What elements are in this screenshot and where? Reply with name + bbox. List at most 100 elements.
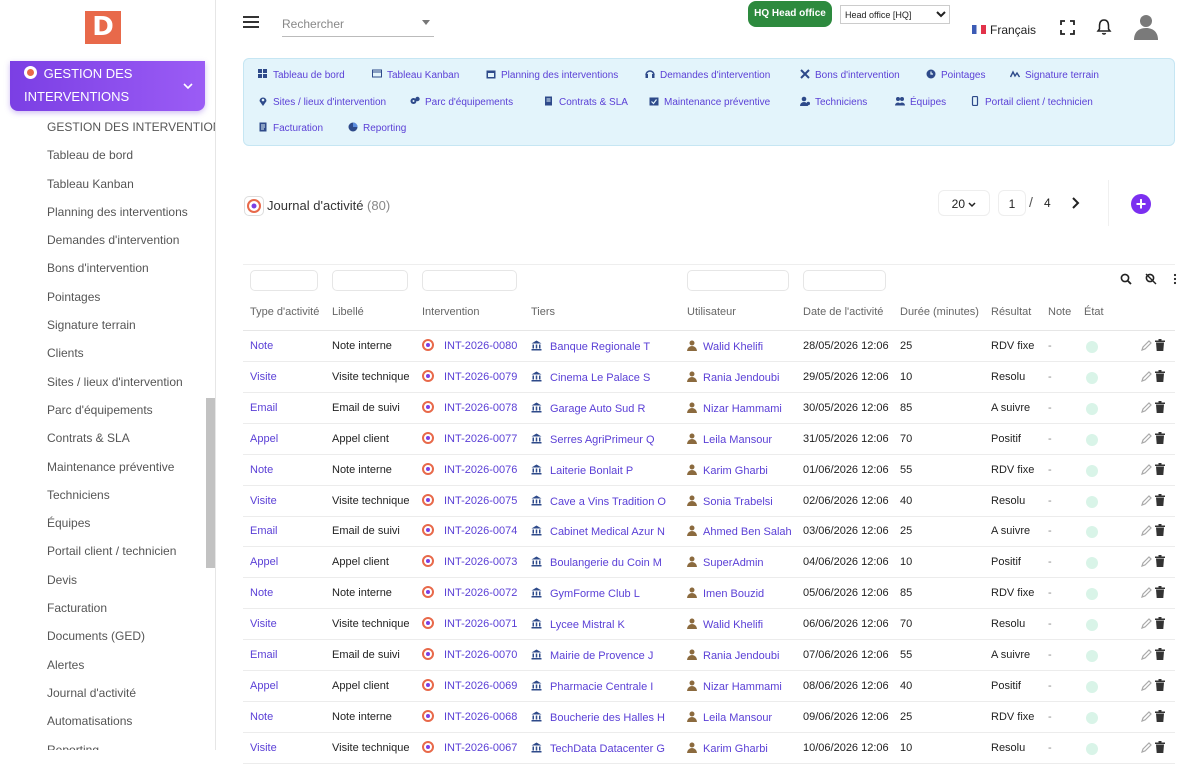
user-link[interactable]: Rania Jendoubi: [687, 649, 779, 662]
nav-link[interactable]: Demandes d'intervention: [645, 69, 770, 81]
tiers-name[interactable]: Boulangerie du Coin M: [550, 557, 662, 569]
nav-link[interactable]: Maintenance préventive: [649, 96, 770, 108]
user-name[interactable]: Walid Khelifi: [703, 619, 763, 631]
table-row[interactable]: Appel Appel client INT-2026-0069 Pharmacie …: [243, 671, 1175, 702]
user-name[interactable]: Leila Mansour: [703, 434, 772, 446]
nav-link[interactable]: Techniciens: [800, 96, 867, 108]
tiers-name[interactable]: Cabinet Medical Azur N: [550, 526, 665, 538]
edit-icon[interactable]: [1141, 618, 1152, 630]
sidebar-item[interactable]: Sites / lieux d'intervention: [47, 368, 212, 396]
activity-type[interactable]: Note: [250, 587, 273, 599]
edit-icon[interactable]: [1141, 494, 1152, 506]
table-row[interactable]: Email Email de suivi INT-2026-0078 Garage A…: [243, 393, 1175, 424]
user-link[interactable]: Karim Gharbi: [687, 742, 768, 755]
delete-icon[interactable]: [1155, 648, 1165, 660]
nav-link[interactable]: Facturation: [258, 122, 323, 134]
table-row[interactable]: Email Email de suivi INT-2026-0070 Mairie d…: [243, 640, 1175, 671]
sidebar-item[interactable]: Demandes d'intervention: [47, 226, 212, 254]
language-selector[interactable]: Français: [972, 23, 1036, 37]
table-row[interactable]: Email Email de suivi INT-2026-0074 Cabinet …: [243, 516, 1175, 548]
nav-link[interactable]: Bons d'intervention: [800, 69, 900, 81]
intervention-ref[interactable]: INT-2026-0073: [444, 556, 517, 568]
page-size-select[interactable]: 20: [938, 190, 990, 216]
filter-date-input[interactable]: [803, 270, 886, 291]
sidebar-item[interactable]: Maintenance préventive: [47, 453, 212, 481]
delete-icon[interactable]: [1155, 524, 1165, 537]
tiers-name[interactable]: Banque Regionale T: [550, 341, 650, 353]
table-row[interactable]: Appel Appel client INT-2026-0073 Boulangeri…: [243, 547, 1175, 579]
table-row[interactable]: Note Note interne INT-2026-0072 GymForme Cl…: [243, 578, 1175, 610]
activity-type[interactable]: Visite: [250, 495, 277, 507]
delete-icon[interactable]: [1155, 339, 1165, 351]
activity-type[interactable]: Appel: [250, 680, 278, 692]
activity-type[interactable]: Email: [250, 525, 278, 537]
sidebar-item[interactable]: Journal d'activité: [47, 679, 212, 707]
delete-icon[interactable]: [1155, 586, 1165, 599]
sidebar-item[interactable]: Automatisations: [47, 707, 212, 735]
intervention-ref[interactable]: INT-2026-0074: [444, 525, 517, 537]
intervention-link[interactable]: INT-2026-0077: [422, 431, 517, 445]
fullscreen-icon[interactable]: [1060, 20, 1075, 35]
user-name[interactable]: Sonia Trabelsi: [703, 496, 773, 508]
sidebar-item[interactable]: Bons d'intervention: [47, 254, 212, 282]
intervention-link[interactable]: INT-2026-0075: [422, 493, 517, 507]
search-box[interactable]: [282, 13, 434, 37]
column-header[interactable]: Tiers: [531, 306, 555, 318]
search-icon[interactable]: [1120, 273, 1132, 285]
intervention-ref[interactable]: INT-2026-0078: [444, 402, 517, 414]
intervention-link[interactable]: INT-2026-0068: [422, 709, 517, 723]
edit-icon[interactable]: [1141, 680, 1152, 691]
activity-type[interactable]: Visite: [250, 371, 277, 383]
sidebar-scrollbar[interactable]: [206, 398, 215, 568]
tiers-link[interactable]: Mairie de Provence J: [531, 649, 653, 662]
sidebar-item[interactable]: Planning des interventions: [47, 198, 212, 226]
sidebar-item[interactable]: Clients: [47, 339, 212, 367]
user-link[interactable]: SuperAdmin: [687, 556, 764, 569]
tiers-name[interactable]: Lycee Mistral K: [550, 619, 625, 631]
nav-link[interactable]: Reporting: [348, 122, 406, 134]
sidebar-item[interactable]: Reporting: [47, 736, 212, 750]
sidebar-section-header[interactable]: GESTION DES INTERVENTIONS: [10, 61, 205, 111]
tiers-name[interactable]: Cave a Vins Tradition O: [550, 496, 666, 508]
tiers-name[interactable]: Garage Auto Sud R: [550, 403, 645, 415]
hamburger-menu-icon[interactable]: [243, 16, 259, 30]
user-name[interactable]: Imen Bouzid: [703, 588, 764, 600]
edit-icon[interactable]: [1141, 556, 1152, 568]
delete-icon[interactable]: [1155, 493, 1165, 506]
activity-type[interactable]: Note: [250, 464, 273, 476]
user-avatar[interactable]: [1133, 12, 1159, 40]
user-name[interactable]: Rania Jendoubi: [703, 372, 779, 384]
intervention-ref[interactable]: INT-2026-0075: [444, 495, 517, 507]
delete-icon[interactable]: [1155, 555, 1165, 568]
next-page-icon[interactable]: [1068, 194, 1082, 212]
column-header[interactable]: Résultat: [991, 306, 1031, 318]
tiers-link[interactable]: Cave a Vins Tradition O: [531, 495, 666, 508]
filter-user-input[interactable]: [687, 270, 789, 291]
edit-icon[interactable]: [1141, 371, 1152, 382]
intervention-link[interactable]: INT-2026-0073: [422, 555, 517, 568]
sidebar-item[interactable]: Signature terrain: [47, 311, 212, 339]
add-record-button[interactable]: +: [1108, 180, 1174, 226]
user-link[interactable]: Karim Gharbi: [687, 464, 768, 477]
delete-icon[interactable]: [1155, 678, 1165, 691]
nav-link[interactable]: Signature terrain: [1010, 69, 1099, 81]
intervention-ref[interactable]: INT-2026-0070: [444, 649, 517, 661]
sidebar-item[interactable]: Facturation: [47, 594, 212, 622]
clear-filter-icon[interactable]: [1145, 273, 1157, 285]
tiers-link[interactable]: Serres AgriPrimeur Q: [531, 433, 655, 446]
edit-icon[interactable]: [1141, 649, 1152, 660]
sidebar-item[interactable]: Tableau Kanban: [47, 170, 212, 198]
sidebar-item[interactable]: Portail client / technicien: [47, 537, 212, 565]
intervention-link[interactable]: INT-2026-0079: [422, 369, 517, 383]
sidebar-item[interactable]: Techniciens: [47, 481, 212, 509]
sidebar-item[interactable]: Alertes: [47, 651, 212, 679]
nav-link[interactable]: Parc d'équipements: [410, 96, 513, 108]
user-link[interactable]: Walid Khelifi: [687, 340, 763, 353]
column-header[interactable]: Type d'activité: [250, 306, 319, 318]
column-header[interactable]: Note: [1048, 306, 1071, 318]
tiers-name[interactable]: Serres AgriPrimeur Q: [550, 434, 655, 446]
table-row[interactable]: Note Note interne INT-2026-0080 Banque Regi…: [243, 331, 1175, 362]
sidebar-item[interactable]: Contrats & SLA: [47, 424, 212, 452]
tiers-link[interactable]: Banque Regionale T: [531, 340, 650, 353]
user-link[interactable]: Ahmed Ben Salah: [687, 525, 792, 538]
